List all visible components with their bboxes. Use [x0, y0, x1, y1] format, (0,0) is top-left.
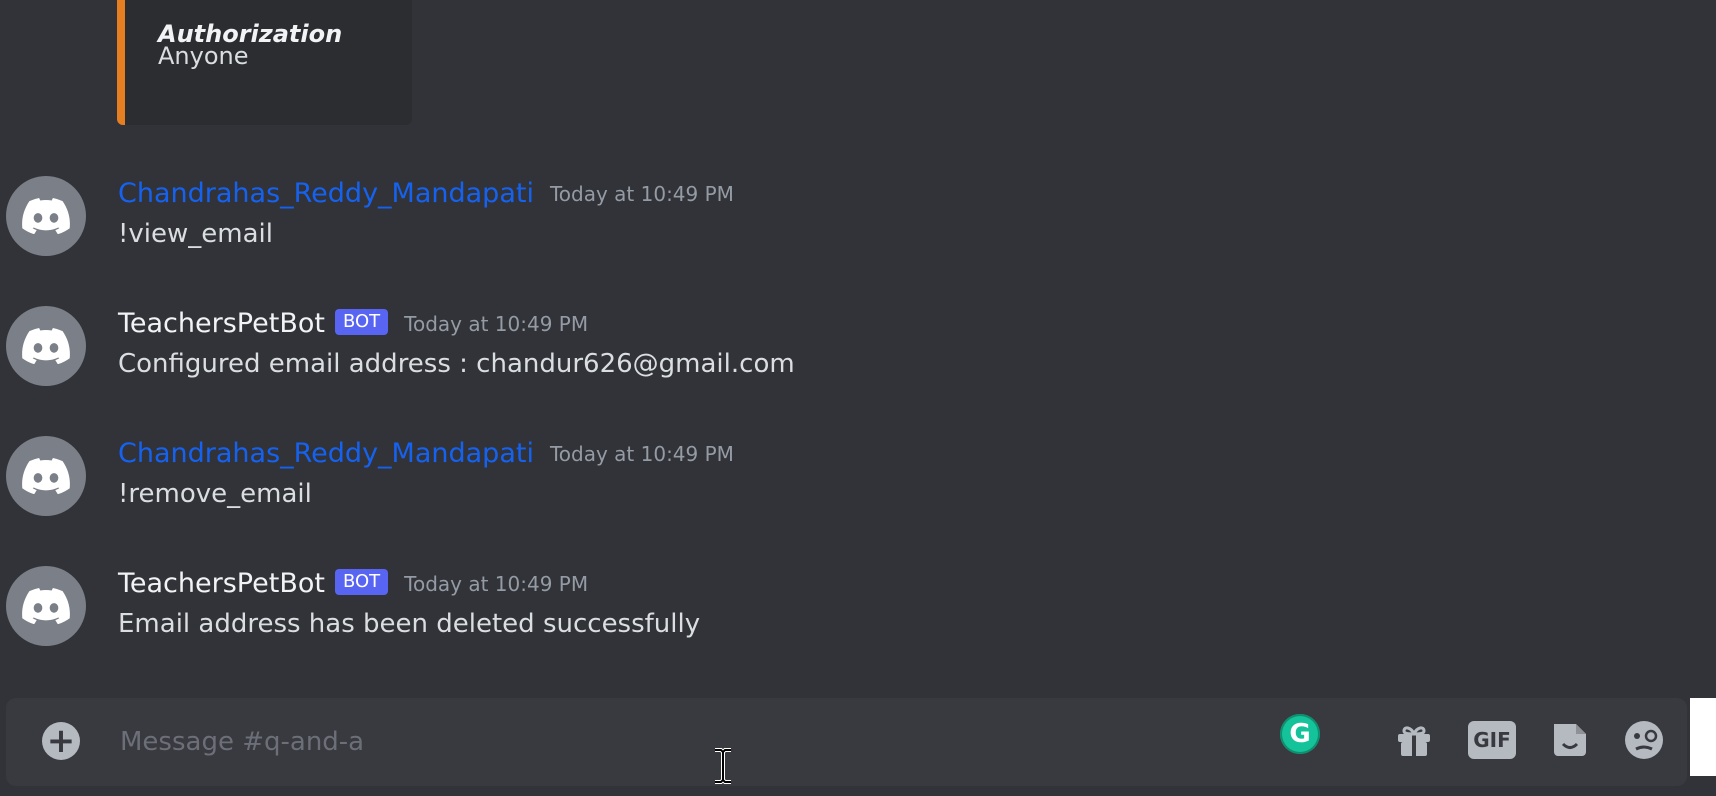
- message-composer: + G GIF: [6, 698, 1687, 786]
- text-cursor-icon: [715, 748, 731, 784]
- embed-field-value: Anyone: [158, 42, 249, 70]
- message-content: Configured email address : chandur626@gm…: [118, 349, 795, 379]
- sticker-icon[interactable]: [1548, 718, 1592, 762]
- username[interactable]: Chandrahas_Reddy_Mandapati: [118, 176, 534, 212]
- message-header: TeachersPetBot BOT Today at 10:49 PM: [118, 306, 588, 342]
- avatar[interactable]: [6, 566, 86, 646]
- username[interactable]: Chandrahas_Reddy_Mandapati: [118, 436, 534, 472]
- username[interactable]: TeachersPetBot: [118, 566, 325, 602]
- message: TeachersPetBot BOT Today at 10:49 PM Con…: [0, 306, 1716, 396]
- username[interactable]: TeachersPetBot: [118, 306, 325, 342]
- chat-window: Authorization Anyone Chandrahas_Reddy_Ma…: [0, 0, 1716, 796]
- plus-circle-icon[interactable]: +: [42, 722, 80, 760]
- avatar[interactable]: [6, 306, 86, 386]
- avatar[interactable]: [6, 436, 86, 516]
- discord-logo-icon: [22, 458, 70, 494]
- bot-tag: BOT: [334, 309, 389, 335]
- message: Chandrahas_Reddy_Mandapati Today at 10:4…: [0, 176, 1716, 266]
- timestamp: Today at 10:49 PM: [404, 312, 589, 336]
- message-header: Chandrahas_Reddy_Mandapati Today at 10:4…: [118, 176, 734, 212]
- emoji-icon[interactable]: [1622, 718, 1666, 762]
- message-content: !view_email: [118, 219, 273, 249]
- message: TeachersPetBot BOT Today at 10:49 PM Ema…: [0, 566, 1716, 656]
- gift-icon[interactable]: [1392, 718, 1436, 762]
- scrollbar[interactable]: [1690, 698, 1716, 776]
- discord-logo-icon: [22, 198, 70, 234]
- bot-tag: BOT: [334, 569, 389, 595]
- avatar[interactable]: [6, 176, 86, 256]
- discord-logo-icon: [22, 588, 70, 624]
- grammarly-icon[interactable]: G: [1280, 714, 1320, 754]
- message-header: Chandrahas_Reddy_Mandapati Today at 10:4…: [118, 436, 734, 472]
- message-content: !remove_email: [118, 479, 312, 509]
- timestamp: Today at 10:49 PM: [549, 442, 734, 466]
- timestamp: Today at 10:49 PM: [549, 182, 734, 206]
- message-header: TeachersPetBot BOT Today at 10:49 PM: [118, 566, 588, 602]
- embed-card: Authorization Anyone: [117, 0, 412, 125]
- discord-logo-icon: [22, 328, 70, 364]
- message-input[interactable]: [118, 718, 1172, 766]
- message: Chandrahas_Reddy_Mandapati Today at 10:4…: [0, 436, 1716, 526]
- gif-icon[interactable]: GIF: [1468, 721, 1516, 759]
- message-content: Email address has been deleted successfu…: [118, 609, 701, 639]
- timestamp: Today at 10:49 PM: [404, 572, 589, 596]
